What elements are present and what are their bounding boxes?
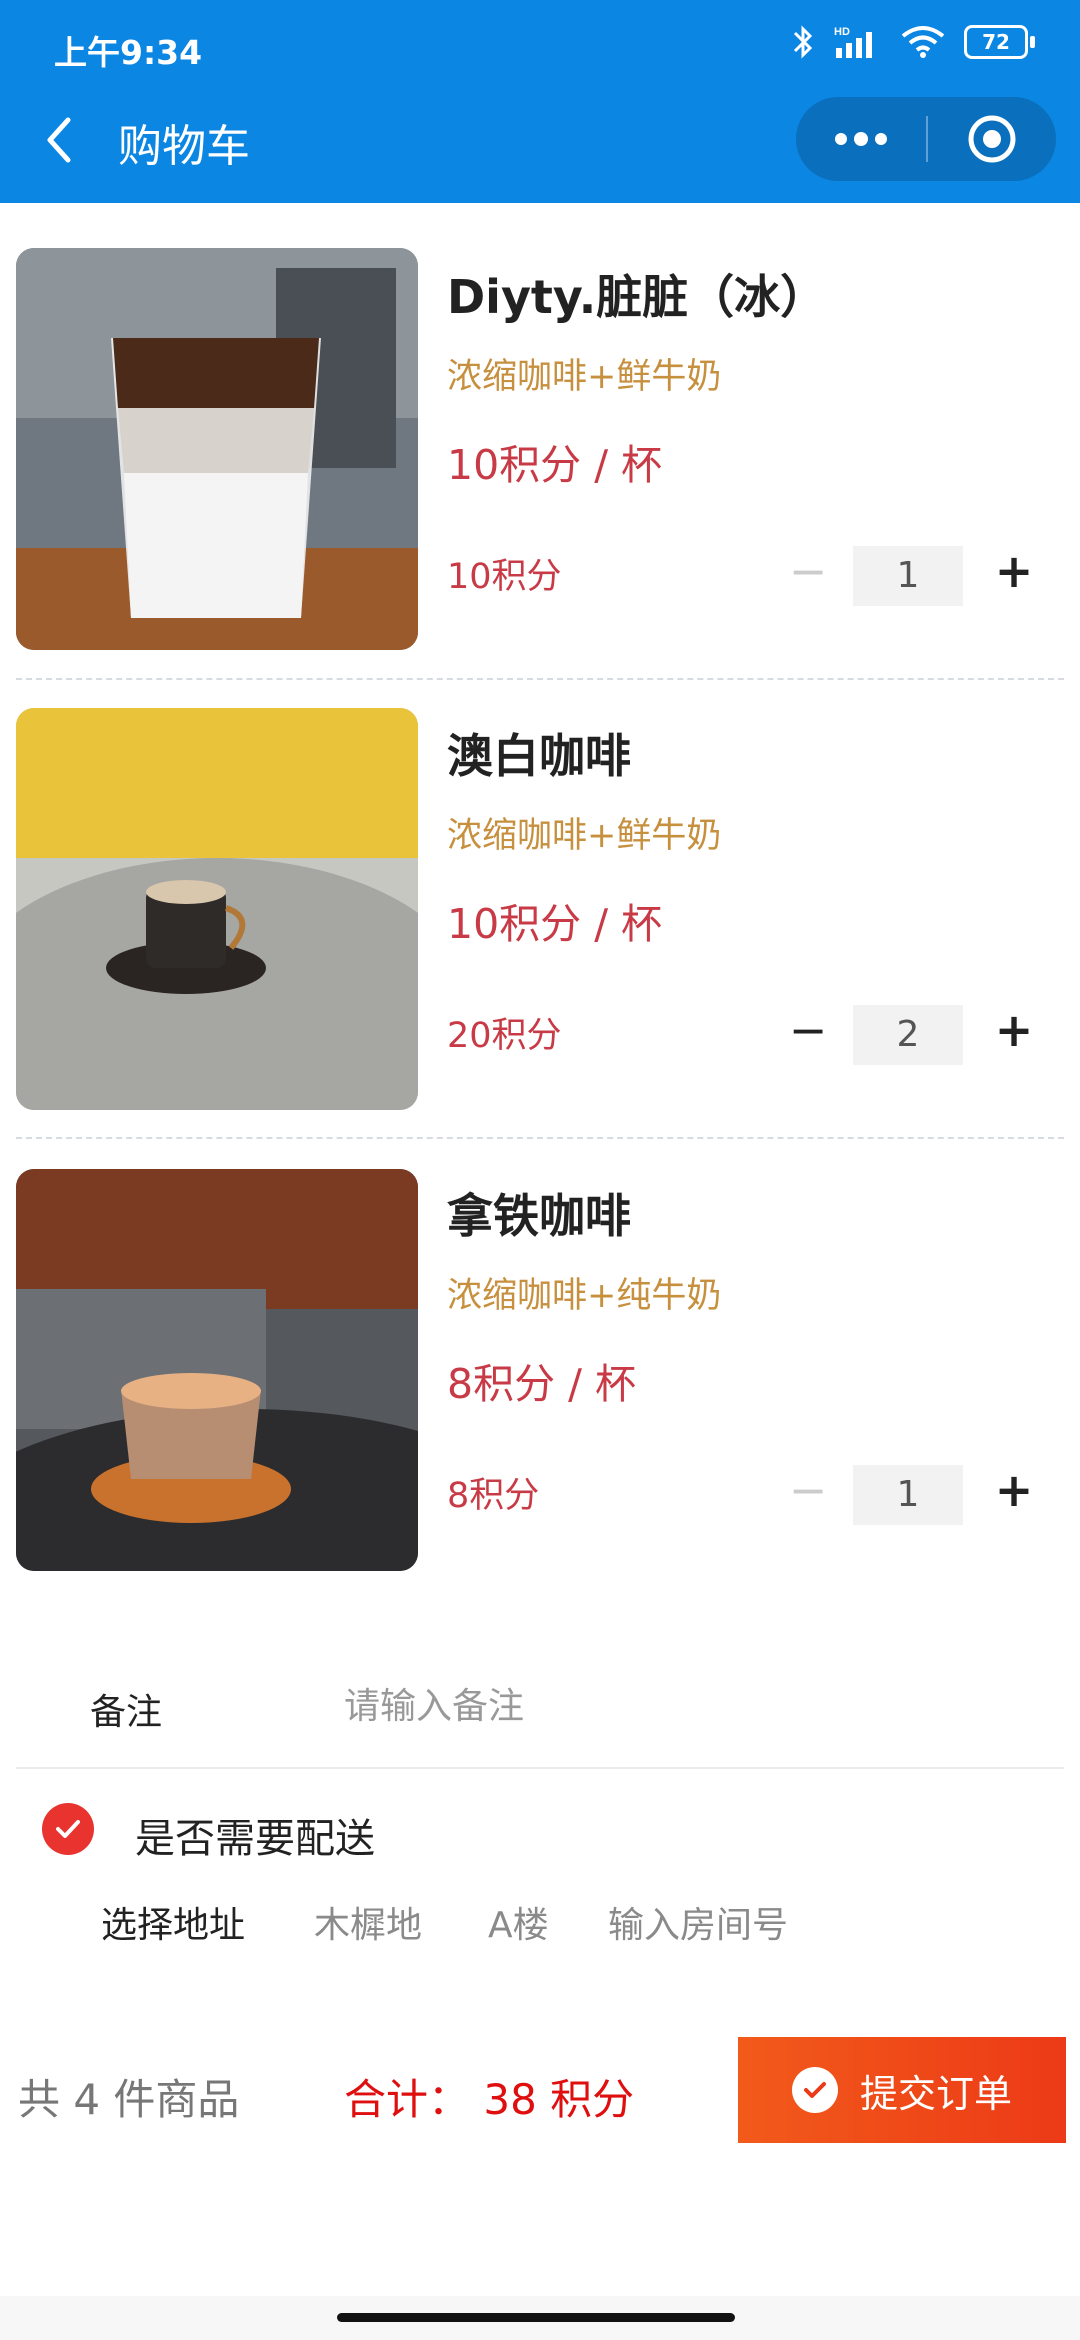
- item-subtotal: 20积分: [447, 1016, 562, 1056]
- increase-quantity-button[interactable]: +: [994, 1462, 1034, 1522]
- more-button[interactable]: [796, 97, 926, 181]
- delivery-label[interactable]: 是否需要配送: [135, 1806, 375, 1864]
- item-count: 共 4 件商品: [18, 2075, 240, 2124]
- close-miniapp-button[interactable]: [928, 97, 1056, 181]
- check-circle-icon: [791, 2067, 838, 2113]
- item-subtotal: 8积分: [447, 1476, 540, 1516]
- app-header: 上午9:34 HD 72 购物车: [0, 0, 1080, 203]
- cart-item: 澳白咖啡 浓缩咖啡+鲜牛奶 10积分 / 杯 20积分 − 2 +: [0, 662, 1080, 1122]
- quantity-value[interactable]: 1: [853, 1465, 963, 1525]
- miniapp-capsule: [796, 97, 1056, 181]
- target-circle-icon: [968, 115, 1016, 163]
- delivery-checkbox[interactable]: [42, 1803, 94, 1855]
- increase-quantity-button[interactable]: +: [994, 543, 1034, 603]
- back-arrow-icon[interactable]: [40, 110, 80, 170]
- more-dots-icon: [835, 132, 887, 146]
- check-icon: [56, 1820, 80, 1838]
- decrease-quantity-button[interactable]: −: [788, 1002, 828, 1062]
- signal-icon: HD: [834, 26, 872, 58]
- unit-price: 8积分 / 杯: [447, 1360, 636, 1408]
- status-time: 上午9:34: [54, 33, 203, 72]
- status-icons: HD 72: [792, 24, 1035, 60]
- item-subtotal: 10积分: [447, 557, 562, 597]
- wifi-icon: [901, 26, 945, 58]
- submit-order-label: 提交订单: [859, 2071, 1012, 2116]
- remark-input[interactable]: [344, 1675, 1004, 1737]
- address-label: 选择地址: [101, 1905, 246, 1946]
- product-image: [16, 708, 418, 1110]
- product-image: [16, 1169, 418, 1571]
- product-image: [16, 248, 418, 650]
- network-type-label: HD: [834, 26, 850, 38]
- cart-item: 拿铁咖啡 浓缩咖啡+纯牛奶 8积分 / 杯 8积分 − 1 +: [0, 1122, 1080, 1582]
- total-points: 合计： 38 积分: [344, 2075, 635, 2124]
- page-title: 购物车: [118, 121, 250, 172]
- submit-order-button[interactable]: 提交订单: [738, 2037, 1066, 2143]
- quantity-value[interactable]: 2: [853, 1005, 963, 1065]
- room-number-input[interactable]: 输入房间号: [608, 1896, 788, 1948]
- product-description: 浓缩咖啡+纯牛奶: [447, 1276, 722, 1316]
- remark-label: 备注: [90, 1692, 163, 1733]
- unit-price: 10积分 / 杯: [447, 441, 663, 489]
- decrease-quantity-button[interactable]: −: [788, 543, 828, 603]
- decrease-quantity-button[interactable]: −: [788, 1462, 828, 1522]
- bluetooth-icon: [793, 25, 813, 59]
- quantity-value[interactable]: 1: [853, 546, 963, 606]
- address-location-picker[interactable]: 木樨地: [314, 1896, 422, 1948]
- increase-quantity-button[interactable]: +: [994, 1002, 1034, 1062]
- battery-icon: 72: [964, 25, 1035, 59]
- home-indicator[interactable]: [337, 2313, 735, 2322]
- product-name: 拿铁咖啡: [447, 1189, 631, 1243]
- product-name: Diyty.脏脏（冰）: [447, 270, 827, 324]
- address-building-picker[interactable]: A楼: [488, 1896, 549, 1948]
- product-name: 澳白咖啡: [447, 729, 631, 783]
- product-description: 浓缩咖啡+鲜牛奶: [447, 357, 722, 397]
- remark-divider: [16, 1767, 1064, 1769]
- product-description: 浓缩咖啡+鲜牛奶: [447, 816, 722, 856]
- unit-price: 10积分 / 杯: [447, 900, 663, 948]
- cart-item: Diyty.脏脏（冰） 浓缩咖啡+鲜牛奶 10积分 / 杯 10积分 − 1 +: [0, 203, 1080, 663]
